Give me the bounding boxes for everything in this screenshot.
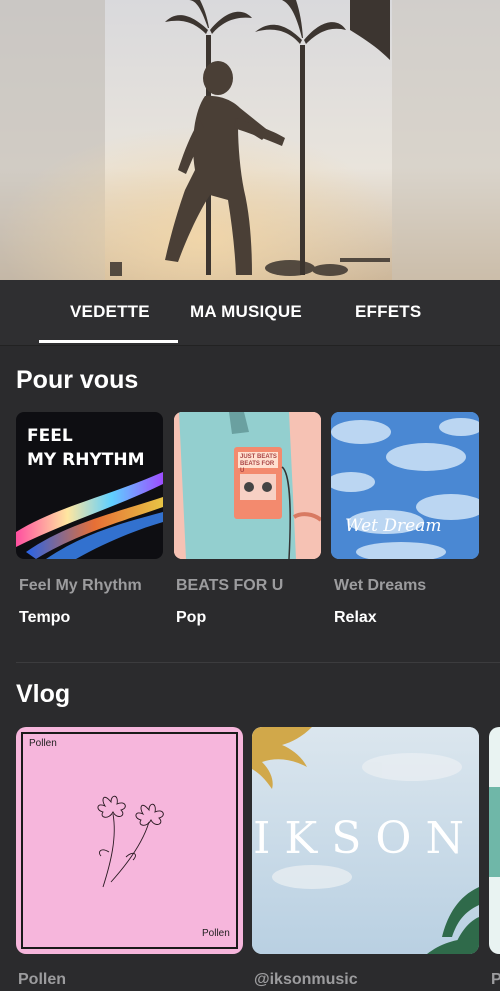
track-title: BEATS FOR U	[176, 577, 284, 594]
track-card-partial[interactable]: P	[489, 727, 500, 991]
album-cover: IKSON	[252, 727, 479, 954]
tab-effets[interactable]: EFFETS	[355, 302, 421, 322]
track-title: Pollen	[18, 971, 67, 988]
track-genre: Pop	[176, 609, 207, 626]
track-genre: Tempo	[19, 609, 71, 626]
album-cover-text: Wet Dream	[345, 516, 442, 536]
track-card-feel-my-rhythm[interactable]: FEEL MY RHYTHM Feel My Rhythm Tempo	[16, 412, 164, 632]
video-frame-image	[0, 0, 500, 280]
track-genre: Relax	[334, 609, 377, 626]
flower-illustration	[97, 795, 164, 888]
album-cover: FEEL MY RHYTHM	[16, 412, 163, 559]
active-tab-indicator	[39, 340, 178, 343]
track-title: @iksonmusic	[254, 971, 358, 988]
section-divider	[16, 662, 500, 663]
album-cover-text-top: Pollen	[29, 738, 57, 749]
tab-bar: VEDETTE MA MUSIQUE EFFETS	[0, 280, 500, 346]
video-preview[interactable]	[0, 0, 500, 280]
track-title: Feel My Rhythm	[19, 577, 142, 594]
album-cover-text: FEEL MY RHYTHM	[27, 426, 145, 470]
album-cover	[489, 727, 500, 954]
album-cover: Wet Dream	[331, 412, 479, 559]
album-cover: JUST BEATS BEATS FOR U	[174, 412, 321, 559]
album-art-fragment	[489, 787, 500, 877]
track-card-iksonmusic[interactable]: IKSON @iksonmusic	[252, 727, 480, 991]
album-cover: Pollen Pollen	[16, 727, 243, 954]
album-art-cassette	[174, 412, 321, 559]
album-cover-text: JUST BEATS BEATS FOR U	[240, 454, 277, 474]
track-title: Wet Dreams	[334, 577, 427, 594]
track-card-wet-dreams[interactable]: Wet Dream Wet Dreams Relax	[331, 412, 481, 632]
track-title: P	[491, 971, 500, 988]
tab-ma-musique[interactable]: MA MUSIQUE	[190, 302, 302, 322]
track-card-beats-for-u[interactable]: JUST BEATS BEATS FOR U BEATS FOR U Pop	[174, 412, 322, 632]
tab-bar-divider	[0, 345, 500, 346]
section-title-pour-vous: Pour vous	[16, 366, 139, 394]
tab-vedette[interactable]: VEDETTE	[70, 302, 150, 322]
track-card-pollen[interactable]: Pollen Pollen Pollen	[16, 727, 243, 991]
section-title-vlog: Vlog	[16, 680, 71, 708]
album-cover-text-bottom: Pollen	[202, 928, 230, 939]
album-cover-text: IKSON	[253, 813, 478, 864]
album-art-clouds	[331, 412, 479, 559]
